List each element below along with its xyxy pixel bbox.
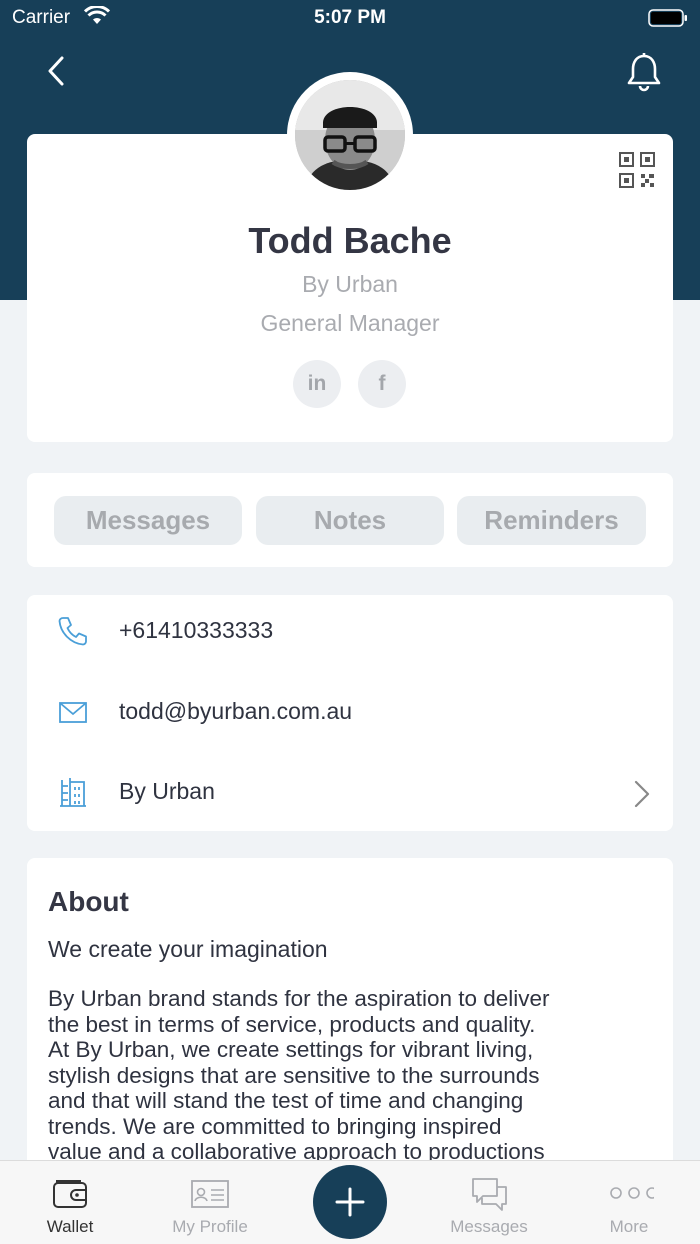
about-line: stylish designs that are sensitive to th… [48,1062,540,1088]
building-icon [60,778,86,807]
qr-code-icon[interactable] [619,152,655,188]
tab-reminders[interactable]: Reminders [457,496,646,545]
company-link: By Urban [119,778,215,804]
tab-bar-label: Messages [450,1217,528,1236]
chat-icon [472,1178,507,1211]
tab-bar-my-profile[interactable]: My Profile [140,1161,280,1244]
about-line: By Urban brand stands for the aspiration… [48,986,550,1011]
id-card-icon [191,1180,229,1208]
contact-job-title: General Manager [260,310,440,336]
tab-bar-label: My Profile [172,1217,248,1236]
company-row[interactable]: By Urban [27,756,673,836]
about-card: About We create your imagination By Urba… [27,858,673,1178]
wallet-icon [53,1180,87,1208]
section-tabs-card: Messages Notes Reminders [27,473,673,567]
about-tagline: We create your imagination [48,936,328,962]
about-line: the best in terms of service, products a… [48,1011,536,1037]
contact-name: Todd Bache [248,220,452,261]
battery-icon [648,9,687,27]
tab-bar-more[interactable]: More [559,1161,699,1244]
bell-icon[interactable] [624,50,664,92]
about-line: and that will stand the test of time and… [48,1088,524,1113]
back-icon[interactable] [38,52,78,92]
status-bar: Carrier 5:07 PM [0,0,700,40]
about-line: trends. We are committed to bringing ins… [48,1113,502,1139]
tab-bar-label: Wallet [46,1217,94,1236]
add-button[interactable] [313,1165,387,1239]
about-line: At By Urban, we create settings for vibr… [48,1037,534,1062]
tab-bar-wallet[interactable]: Wallet [0,1161,140,1244]
email-icon [59,702,87,723]
email-address: todd@byurban.com.au [119,698,353,724]
tab-bar-messages[interactable]: Messages [419,1161,559,1244]
status-time: 5:07 PM [314,7,386,28]
about-description: By Urban brand stands for the aspiration… [48,986,648,1165]
linkedin-button[interactable]: in [293,360,341,408]
tab-bar-label: More [609,1217,649,1236]
tab-messages[interactable]: Messages [54,496,242,545]
avatar [295,80,405,190]
email-row[interactable]: todd@byurban.com.au [27,676,673,756]
phone-number: +61410333333 [119,617,274,643]
phone-icon [58,617,87,646]
facebook-button[interactable]: f [358,360,406,408]
tab-notes[interactable]: Notes [256,496,444,545]
chevron-right-icon [634,780,650,808]
contact-details-card: +61410333333 todd@byurban.com.au By Urba… [27,595,673,831]
contact-company: By Urban [302,271,398,297]
plus-icon [335,1187,365,1217]
about-heading: About [48,886,129,917]
phone-row[interactable]: +61410333333 [27,595,673,675]
more-dots-icon [610,1187,654,1199]
